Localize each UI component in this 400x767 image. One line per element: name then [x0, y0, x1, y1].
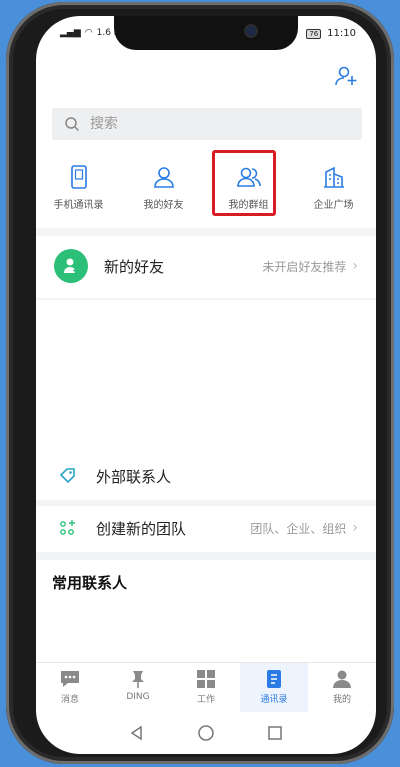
create-team-row[interactable]: 创建新的团队 团队、企业、组织 ›: [36, 510, 376, 546]
shortcut-enterprise-square[interactable]: 企业广场: [291, 158, 376, 228]
tab-messages[interactable]: 消息: [36, 663, 104, 713]
external-contacts-label: 外部联系人: [96, 467, 172, 486]
tab-mine[interactable]: 我的: [308, 663, 376, 713]
shortcut-label: 我的好友: [143, 200, 184, 211]
chevron-right-icon: ›: [352, 258, 358, 274]
signal-icon: ▂▄▆: [60, 28, 81, 38]
search-icon: [65, 117, 80, 132]
notch: [114, 16, 298, 50]
add-contact-icon[interactable]: [334, 64, 358, 88]
clock: 11:10: [327, 28, 356, 39]
tab-label: 通讯录: [260, 695, 288, 705]
message-icon: [61, 671, 79, 687]
external-contacts-row[interactable]: 外部联系人: [36, 458, 376, 494]
friend-icon: [153, 167, 174, 188]
back-icon[interactable]: [129, 725, 145, 741]
tab-label: DING: [126, 692, 150, 702]
grid-icon: [197, 670, 215, 688]
shortcut-row: 手机通讯录 我的好友 我的群组 企业广场: [36, 158, 376, 228]
new-friend-avatar-icon: [54, 249, 88, 283]
new-friends-label: 新的好友: [104, 257, 165, 276]
shortcut-my-friends[interactable]: 我的好友: [121, 158, 206, 228]
recommend-status-text: 未开启好友推荐: [262, 259, 347, 274]
profile-icon: [333, 670, 351, 688]
tab-label: 我的: [332, 695, 351, 705]
tab-work[interactable]: 工作: [172, 663, 240, 713]
new-friends-row[interactable]: 新的好友 未开启好友推荐 ›: [36, 242, 376, 290]
tag-icon: [59, 468, 75, 484]
section-divider: [36, 228, 376, 236]
shortcut-label: 企业广场: [313, 200, 354, 211]
section-divider: [36, 500, 376, 506]
bottom-tab-bar: 消息 DING 工作 通讯录 我的: [36, 662, 376, 713]
contacts-book-icon: [267, 670, 281, 688]
search-bar[interactable]: [52, 108, 362, 140]
tab-label: 工作: [196, 695, 215, 705]
phone-contacts-icon: [70, 165, 87, 189]
phone-frame: ▂▄▆ ◠ 1.6 K/s 76 11:10 搜索 手机通讯录 我的好友 我的群…: [6, 2, 394, 764]
system-nav-bar: [36, 712, 376, 754]
wifi-icon: ◠: [84, 28, 93, 38]
battery-icon: 76: [306, 28, 322, 39]
status-bar-right: 76 11:10: [306, 28, 356, 39]
section-divider: [36, 298, 376, 300]
building-icon: [323, 166, 344, 188]
shortcut-phone-contacts[interactable]: 手机通讯录: [36, 158, 121, 228]
create-team-hint: 团队、企业、组织 ›: [250, 520, 358, 537]
pin-icon: [132, 671, 144, 688]
tab-contacts[interactable]: 通讯录: [240, 663, 308, 713]
recent-apps-icon[interactable]: [267, 725, 283, 741]
tab-ding[interactable]: DING: [104, 663, 172, 713]
frequent-contacts-title: 常用联系人: [52, 574, 128, 592]
chevron-right-icon: ›: [352, 520, 358, 536]
home-icon[interactable]: [197, 724, 215, 742]
section-divider: [36, 552, 376, 560]
shortcut-label: 手机通讯录: [53, 200, 104, 211]
friend-recommend-status: 未开启好友推荐 ›: [262, 258, 358, 275]
highlight-annotation: [212, 150, 276, 216]
create-team-label: 创建新的团队: [96, 519, 187, 538]
screen: ▂▄▆ ◠ 1.6 K/s 76 11:10 搜索 手机通讯录 我的好友 我的群…: [36, 16, 376, 754]
team-add-icon: [60, 520, 75, 535]
create-team-hint-text: 团队、企业、组织: [250, 521, 347, 536]
search-input[interactable]: [88, 115, 332, 133]
front-camera: [246, 26, 256, 36]
tab-label: 消息: [60, 695, 79, 705]
